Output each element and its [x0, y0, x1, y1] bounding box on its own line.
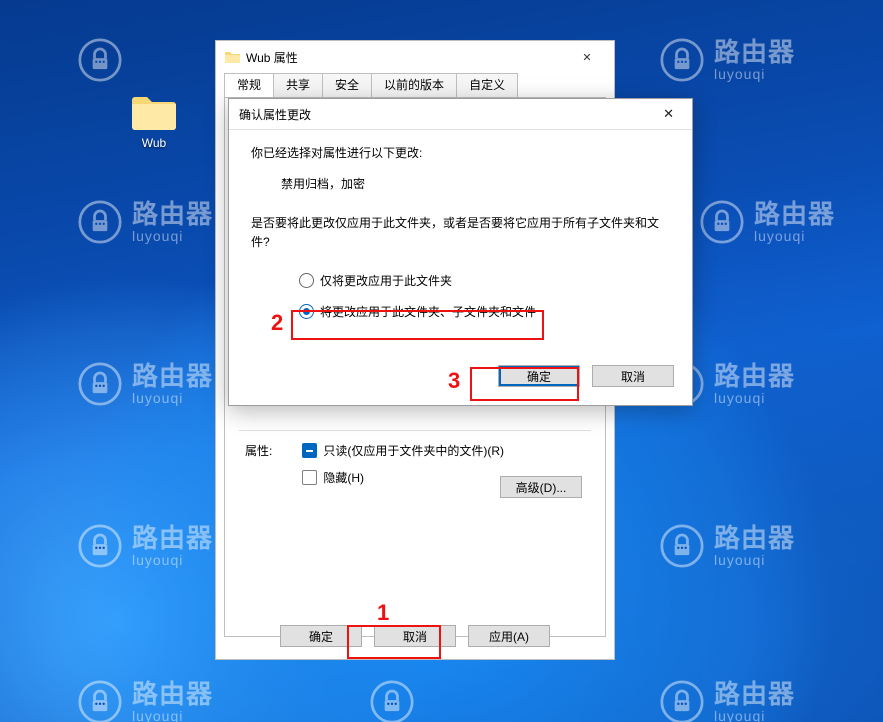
- confirm-content: 你已经选择对属性进行以下更改: 禁用归档，加密 是否要将此更改仅应用于此文件夹，…: [229, 130, 692, 320]
- confirm-cancel-button[interactable]: 取消: [592, 365, 674, 387]
- desktop-folder-label: Wub: [142, 136, 166, 150]
- radio-icon: [299, 273, 314, 288]
- confirm-prompt: 是否要将此更改仅应用于此文件夹，或者是否要将它应用于所有子文件夹和文件?: [251, 214, 670, 252]
- confirm-titlebar[interactable]: 确认属性更改 ✕: [229, 99, 692, 130]
- titlebar[interactable]: Wub 属性 ✕: [216, 41, 614, 73]
- desktop-folder[interactable]: Wub: [119, 92, 189, 150]
- radio-this-folder-only[interactable]: 仅将更改应用于此文件夹: [299, 272, 670, 289]
- confirm-close-button[interactable]: ✕: [655, 104, 682, 124]
- tab-customize[interactable]: 自定义: [456, 73, 518, 97]
- checkbox-icon: [302, 470, 317, 485]
- confirm-detail: 禁用归档，加密: [281, 175, 670, 192]
- dialog-title: Wub 属性: [246, 49, 568, 66]
- confirm-dialog: 确认属性更改 ✕ 你已经选择对属性进行以下更改: 禁用归档，加密 是否要将此更改…: [228, 98, 693, 406]
- tab-security[interactable]: 安全: [322, 73, 372, 97]
- tab-previous-versions[interactable]: 以前的版本: [371, 73, 457, 97]
- props-ok-button[interactable]: 确定: [280, 625, 362, 647]
- advanced-button[interactable]: 高级(D)...: [500, 476, 582, 498]
- checkbox-indeterminate-icon: [302, 443, 317, 458]
- radio-apply-to-all[interactable]: 将更改应用于此文件夹、子文件夹和文件: [299, 303, 670, 320]
- props-cancel-button[interactable]: 取消: [374, 625, 456, 647]
- tab-sharing[interactable]: 共享: [273, 73, 323, 97]
- props-apply-button[interactable]: 应用(A): [468, 625, 550, 647]
- tab-general[interactable]: 常规: [224, 73, 274, 97]
- hidden-checkbox[interactable]: 隐藏(H): [302, 469, 504, 486]
- radio-checked-icon: [299, 304, 314, 319]
- confirm-title: 确认属性更改: [239, 106, 655, 123]
- close-button[interactable]: ✕: [568, 51, 606, 64]
- folder-icon: [224, 50, 240, 64]
- confirm-buttons: 确定 取消: [498, 365, 674, 387]
- tab-strip: 常规 共享 安全 以前的版本 自定义: [216, 73, 614, 97]
- folder-icon: [130, 92, 178, 132]
- attributes-label: 属性:: [245, 442, 272, 459]
- properties-buttons: 确定 取消 应用(A): [216, 625, 614, 647]
- confirm-ok-button[interactable]: 确定: [498, 365, 580, 387]
- readonly-checkbox[interactable]: 只读(仅应用于文件夹中的文件)(R): [302, 442, 504, 459]
- confirm-heading: 你已经选择对属性进行以下更改:: [251, 144, 670, 161]
